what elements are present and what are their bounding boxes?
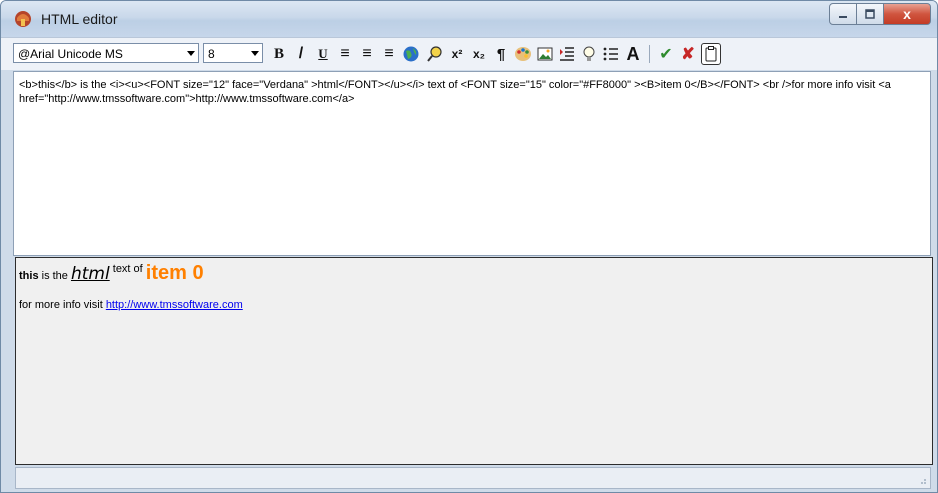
- lightbulb-icon: [583, 46, 595, 61]
- find-button[interactable]: [425, 44, 445, 64]
- hint-button[interactable]: [579, 44, 599, 64]
- title-bar[interactable]: HTML editor x: [1, 1, 937, 37]
- preview-link-prefix: for more info visit: [19, 299, 106, 311]
- hyperlink-button[interactable]: [401, 44, 421, 64]
- italic-button[interactable]: /: [291, 44, 311, 64]
- cross-icon: ✘: [681, 46, 695, 63]
- subscript-button[interactable]: x₂: [469, 44, 489, 64]
- indent-button[interactable]: [557, 44, 577, 64]
- toolbar-separator: [649, 45, 650, 63]
- globe-icon: [403, 46, 419, 62]
- palette-icon: [515, 47, 531, 61]
- align-center-icon: ≡: [362, 45, 372, 62]
- preview-html-word: html: [70, 264, 110, 284]
- preview-item-text: item 0: [145, 262, 204, 284]
- font-size-select[interactable]: 8: [203, 43, 263, 63]
- preview-bold-word: this: [19, 270, 39, 282]
- window-title: HTML editor: [41, 11, 118, 27]
- html-source-text: <b>this</b> is the <i><u><FONT size="12"…: [19, 79, 891, 105]
- status-bar: [15, 467, 931, 489]
- close-button[interactable]: x: [884, 3, 931, 25]
- font-button[interactable]: A: [623, 44, 643, 64]
- subscript-icon: x₂: [472, 47, 485, 61]
- underline-button[interactable]: U: [313, 44, 333, 64]
- close-icon: x: [903, 6, 911, 22]
- cancel-button[interactable]: ✘: [678, 44, 698, 64]
- maximize-icon: [865, 9, 875, 19]
- paragraph-button[interactable]: ¶: [491, 44, 511, 64]
- superscript-icon: x²: [451, 47, 463, 61]
- font-name-value: @Arial Unicode MS: [18, 47, 123, 61]
- html-preview-pane: this is the html text of item 0 for more…: [15, 257, 933, 465]
- html-source-editor[interactable]: <b>this</b> is the <i><u><FONT size="12"…: [13, 71, 931, 256]
- checkmark-icon: ✔: [659, 46, 673, 63]
- color-palette-button[interactable]: [513, 44, 533, 64]
- preview-line-1: this is the html text of item 0: [19, 262, 929, 286]
- font-size-value: 8: [208, 47, 215, 61]
- font-icon: A: [626, 43, 640, 64]
- chevron-down-icon: [251, 51, 259, 56]
- minimize-icon: [839, 16, 847, 18]
- bullet-list-button[interactable]: [601, 44, 621, 64]
- chevron-down-icon: [187, 51, 195, 56]
- html-editor-window: HTML editor x @Arial Unicode MS 8 B / U …: [0, 0, 938, 493]
- align-right-button[interactable]: ≡: [379, 44, 399, 64]
- resize-grip-icon[interactable]: [919, 477, 927, 485]
- bullet-list-icon: [603, 47, 618, 61]
- preview-line-2: for more info visit http://www.tmssoftwa…: [19, 299, 929, 311]
- formatting-toolbar: @Arial Unicode MS 8 B / U ≡ ≡ ≡ x² x₂ ¶: [1, 37, 937, 70]
- font-name-select[interactable]: @Arial Unicode MS: [13, 43, 199, 63]
- preview-text-a: is the: [38, 270, 71, 282]
- superscript-button[interactable]: x²: [447, 44, 467, 64]
- align-left-button[interactable]: ≡: [335, 44, 355, 64]
- paste-button[interactable]: [701, 43, 721, 65]
- preview-link[interactable]: http://www.tmssoftware.com: [106, 299, 243, 311]
- magnifier-icon: [427, 46, 442, 62]
- underline-icon: U: [318, 46, 328, 61]
- maximize-button[interactable]: [857, 3, 884, 25]
- align-left-icon: ≡: [340, 45, 350, 62]
- bold-icon: B: [273, 45, 284, 62]
- clipboard-icon: [705, 46, 717, 62]
- align-right-icon: ≡: [384, 45, 394, 62]
- preview-text-b: text of: [109, 263, 146, 275]
- app-helmet-icon: [15, 11, 31, 27]
- window-controls: x: [829, 3, 931, 25]
- bold-button[interactable]: B: [269, 44, 289, 64]
- image-icon: [537, 47, 553, 61]
- ok-button[interactable]: ✔: [656, 44, 676, 64]
- italic-icon: /: [298, 45, 304, 62]
- indent-icon: [560, 47, 574, 61]
- pilcrow-icon: ¶: [496, 45, 506, 63]
- minimize-button[interactable]: [829, 3, 857, 25]
- insert-image-button[interactable]: [535, 44, 555, 64]
- align-center-button[interactable]: ≡: [357, 44, 377, 64]
